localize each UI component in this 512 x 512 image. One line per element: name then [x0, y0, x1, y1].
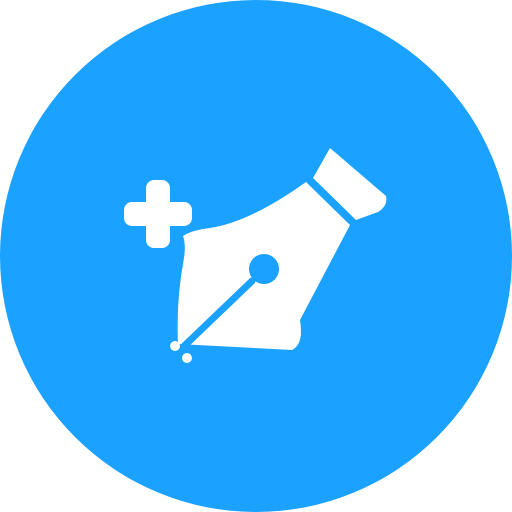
- icon-graphic: [0, 0, 512, 512]
- pen-tip-dot-right: [182, 353, 192, 363]
- pen-tip-dot-left: [170, 341, 180, 351]
- add-pen-tool-icon[interactable]: [0, 0, 512, 512]
